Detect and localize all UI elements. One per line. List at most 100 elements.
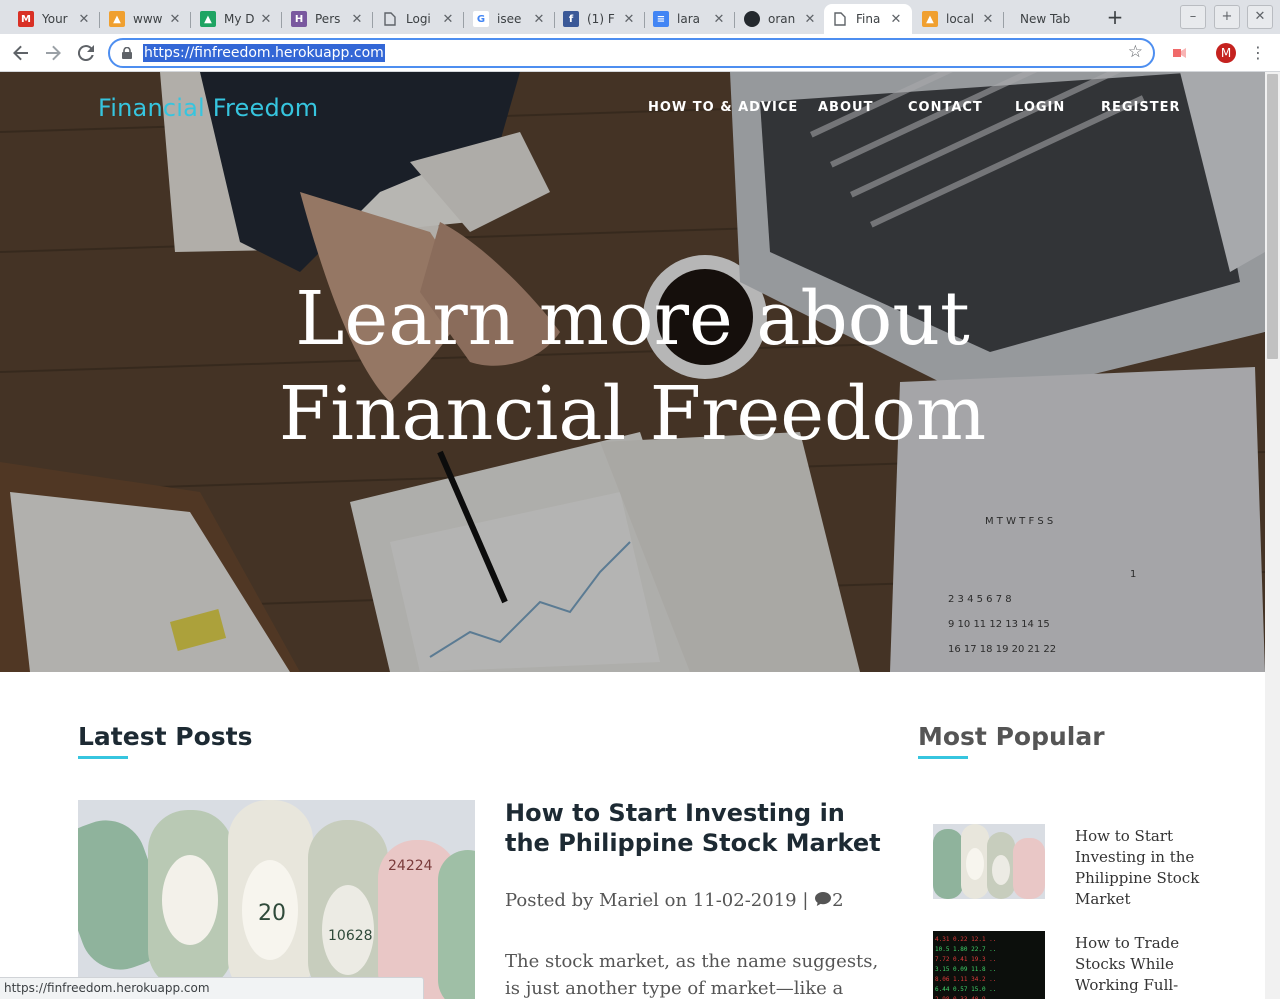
close-tab-icon[interactable]: ✕ bbox=[258, 12, 274, 27]
browser-menu-icon[interactable]: ⋮ bbox=[1250, 42, 1266, 64]
heroku-icon: H bbox=[291, 11, 307, 27]
close-tab-icon[interactable]: ✕ bbox=[440, 12, 456, 27]
profile-avatar[interactable]: M bbox=[1216, 43, 1236, 63]
address-bar[interactable]: https://finfreedom.herokuapp.com ☆ bbox=[108, 38, 1155, 68]
reload-button[interactable] bbox=[73, 40, 99, 66]
meta-separator: | bbox=[796, 890, 815, 911]
hero-heading: Learn more about Financial Freedom bbox=[0, 272, 1265, 462]
arrow-right-icon bbox=[46, 45, 61, 61]
latest-posts-heading-text: Latest Posts bbox=[78, 722, 253, 751]
browser-tab[interactable]: ▲ My D ✕ bbox=[192, 4, 282, 34]
phpmyadmin-icon: ▲ bbox=[109, 11, 125, 27]
hero-section: M T W T F S S 1 2 3 4 5 6 7 8 9 10 11 12… bbox=[0, 72, 1265, 672]
close-window-button[interactable]: ✕ bbox=[1247, 5, 1273, 29]
popular-item-thumbnail[interactable] bbox=[933, 824, 1045, 899]
browser-tab[interactable]: New Tab bbox=[1004, 4, 1094, 34]
back-button[interactable] bbox=[8, 40, 34, 66]
lock-icon bbox=[122, 47, 132, 59]
stock-ticker-image: 4.31 0.22 12.1 .. 10.5 1.80 22.7 .. 7.72… bbox=[933, 931, 1045, 999]
page-scrollbar[interactable] bbox=[1265, 72, 1280, 999]
maximize-window-button[interactable]: + bbox=[1214, 5, 1240, 29]
comment-count[interactable]: 2 bbox=[832, 890, 843, 911]
browser-tab-title: Pers bbox=[315, 12, 341, 26]
post-thumbnail[interactable]: 20 10628 24224 bbox=[78, 800, 475, 999]
heading-underline bbox=[918, 756, 968, 759]
browser-tab-title: Fina bbox=[856, 12, 881, 26]
post-date: 11-02-2019 bbox=[692, 890, 797, 911]
most-popular-heading: Most Popular bbox=[918, 722, 1105, 759]
scrollbar-thumb[interactable] bbox=[1267, 74, 1278, 359]
svg-text:4.31 0.22 12.1 ..: 4.31 0.22 12.1 .. bbox=[935, 936, 996, 943]
browser-tab[interactable]: f (1) F ✕ bbox=[555, 4, 645, 34]
google-docs-icon: ≡ bbox=[653, 11, 669, 27]
tab-separator bbox=[99, 12, 100, 28]
tab-separator bbox=[734, 12, 735, 28]
extension-icon[interactable] bbox=[1171, 45, 1187, 61]
browser-tab-title: oran bbox=[768, 12, 796, 26]
browser-tab[interactable]: ≡ lara ✕ bbox=[645, 4, 735, 34]
svg-text:6.44 0.57 15.0 ..: 6.44 0.57 15.0 .. bbox=[935, 986, 996, 993]
close-tab-icon[interactable]: ✕ bbox=[802, 12, 818, 27]
close-tab-icon[interactable]: ✕ bbox=[76, 12, 92, 27]
most-popular-heading-text: Most Popular bbox=[918, 722, 1105, 751]
hero-heading-line2: Financial Freedom bbox=[278, 371, 987, 457]
arrow-left-icon bbox=[13, 45, 28, 61]
nav-about[interactable]: ABOUT bbox=[818, 100, 873, 115]
popular-item-title[interactable]: How to Trade Stocks While Working Full- bbox=[1075, 933, 1200, 996]
tab-separator bbox=[190, 12, 191, 28]
browser-toolbar: https://finfreedom.herokuapp.com ☆ M ⋮ bbox=[0, 34, 1280, 72]
tab-separator bbox=[372, 12, 373, 28]
browser-tab[interactable]: ▲ www ✕ bbox=[101, 4, 191, 34]
browser-tab-title: (1) F bbox=[587, 12, 615, 26]
latest-posts-heading: Latest Posts bbox=[78, 722, 253, 759]
bookmark-star-icon[interactable]: ☆ bbox=[1128, 42, 1143, 62]
svg-text:7.72 0.41 19.3 ..: 7.72 0.41 19.3 .. bbox=[935, 956, 996, 963]
site-brand-logo[interactable]: Financial Freedom bbox=[98, 94, 318, 122]
page-viewport: M T W T F S S 1 2 3 4 5 6 7 8 9 10 11 12… bbox=[0, 72, 1265, 999]
browser-tab[interactable]: Gisee ✕ bbox=[465, 4, 555, 34]
close-tab-icon[interactable]: ✕ bbox=[349, 12, 365, 27]
comment-icon bbox=[815, 892, 832, 906]
new-tab-button[interactable]: + bbox=[1104, 6, 1126, 28]
nav-contact[interactable]: CONTACT bbox=[908, 100, 983, 115]
close-tab-icon[interactable]: ✕ bbox=[980, 12, 996, 27]
browser-tab[interactable]: oran ✕ bbox=[736, 4, 826, 34]
gmail-icon: M bbox=[18, 11, 34, 27]
svg-text:3.15 0.09 11.8 ..: 3.15 0.09 11.8 .. bbox=[935, 966, 996, 973]
google-icon: G bbox=[473, 11, 489, 27]
minimize-window-button[interactable]: – bbox=[1180, 5, 1206, 29]
popular-item-thumbnail[interactable]: 4.31 0.22 12.1 .. 10.5 1.80 22.7 .. 7.72… bbox=[933, 931, 1045, 999]
post-title-link[interactable]: How to Start Investing in the Philippine… bbox=[505, 798, 895, 858]
browser-tab-title: www bbox=[133, 12, 163, 26]
browser-tab[interactable]: Logi ✕ bbox=[374, 4, 464, 34]
browser-tab-title: Your bbox=[42, 12, 68, 26]
post-author[interactable]: Mariel bbox=[599, 890, 659, 911]
hero-heading-line1: Learn more about bbox=[295, 276, 970, 362]
nav-how-to-advice[interactable]: HOW TO & ADVICE bbox=[648, 100, 798, 115]
browser-tab-strip: M Your ✕ ▲ www ✕ ▲ My D ✕ H Pers ✕ Logi ✕ Gisee ✕ f (1) F… bbox=[0, 0, 1280, 34]
browser-tab-title: lara bbox=[677, 12, 700, 26]
forward-button[interactable] bbox=[40, 40, 66, 66]
svg-text:24224: 24224 bbox=[388, 858, 433, 874]
browser-tab[interactable]: M Your ✕ bbox=[10, 4, 100, 34]
browser-tab[interactable]: H Pers ✕ bbox=[283, 4, 373, 34]
browser-tab-title: Logi bbox=[406, 12, 431, 26]
svg-text:10.5 1.80 22.7 ..: 10.5 1.80 22.7 .. bbox=[935, 946, 996, 953]
close-tab-icon[interactable]: ✕ bbox=[621, 12, 637, 27]
url-text[interactable]: https://finfreedom.herokuapp.com bbox=[143, 44, 385, 62]
reload-icon bbox=[77, 45, 94, 62]
post-meta: Posted by Mariel on 11-02-2019 | 2 bbox=[505, 890, 844, 911]
money-rolls-image bbox=[933, 824, 1045, 899]
nav-login[interactable]: LOGIN bbox=[1015, 100, 1065, 115]
close-tab-icon[interactable]: ✕ bbox=[167, 12, 183, 27]
close-tab-icon[interactable]: ✕ bbox=[531, 12, 547, 27]
close-tab-icon[interactable]: ✕ bbox=[888, 12, 904, 27]
browser-tab-title: local bbox=[946, 12, 974, 26]
close-tab-icon[interactable]: ✕ bbox=[711, 12, 727, 27]
nav-register[interactable]: REGISTER bbox=[1101, 100, 1181, 115]
browser-tab[interactable]: Fina ✕ bbox=[824, 4, 912, 34]
browser-tab[interactable]: ▲ local ✕ bbox=[914, 4, 1004, 34]
popular-item-title[interactable]: How to Start Investing in the Philippine… bbox=[1075, 826, 1200, 910]
browser-tab-title: My D bbox=[224, 12, 255, 26]
post-meta-prefix: Posted by bbox=[505, 890, 599, 911]
